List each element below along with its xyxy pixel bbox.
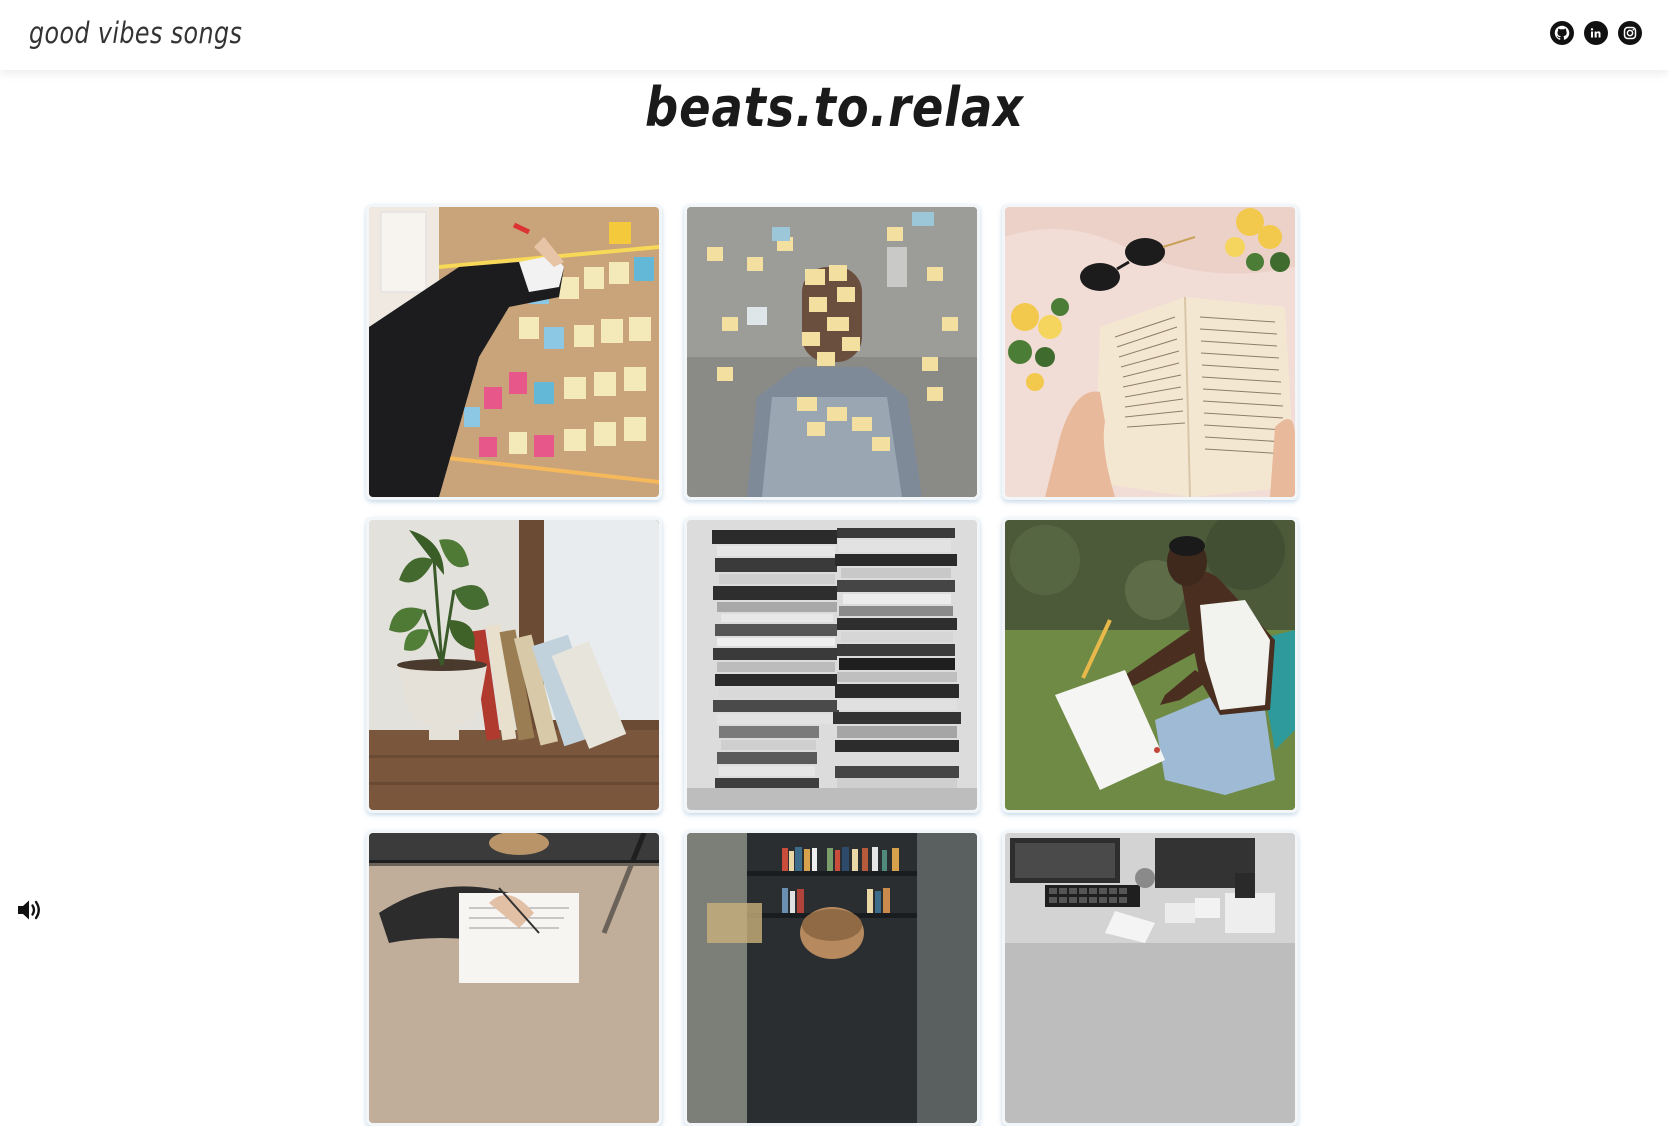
brand-title[interactable]: good vibes songs <box>29 16 242 50</box>
reading-book-with-sunglasses-image <box>1005 207 1295 497</box>
tile-card[interactable] <box>366 204 662 500</box>
tile-card[interactable] <box>684 830 980 1126</box>
sticky-notes-board-image <box>369 207 659 497</box>
woman-writing-on-grass-image <box>1005 520 1295 810</box>
tile-card[interactable] <box>366 830 662 1126</box>
tile-card[interactable] <box>366 517 662 813</box>
tile-card[interactable] <box>1002 517 1298 813</box>
man-covered-in-sticky-notes-image <box>687 207 977 497</box>
tile-card[interactable] <box>1002 830 1298 1126</box>
instagram-link[interactable] <box>1618 21 1642 45</box>
stacked-books-image <box>687 520 977 810</box>
social-links <box>1550 21 1642 45</box>
github-icon <box>1554 25 1570 40</box>
plant-and-books-image <box>369 520 659 810</box>
github-link[interactable] <box>1550 21 1574 45</box>
writing-notebook-image <box>369 833 659 1123</box>
volume-icon <box>18 900 40 920</box>
linkedin-link[interactable] <box>1584 21 1608 45</box>
page-title: beats.to.relax <box>645 76 1024 139</box>
instagram-icon <box>1623 26 1637 40</box>
tile-card[interactable] <box>1002 204 1298 500</box>
desk-workspace-image <box>1005 833 1295 1123</box>
tile-card[interactable] <box>684 204 980 500</box>
image-grid <box>366 204 1303 1126</box>
reading-in-library-image <box>687 833 977 1123</box>
navbar: good vibes songs <box>0 0 1669 70</box>
linkedin-icon <box>1590 28 1601 38</box>
tile-card[interactable] <box>684 517 980 813</box>
volume-button[interactable] <box>16 897 46 923</box>
